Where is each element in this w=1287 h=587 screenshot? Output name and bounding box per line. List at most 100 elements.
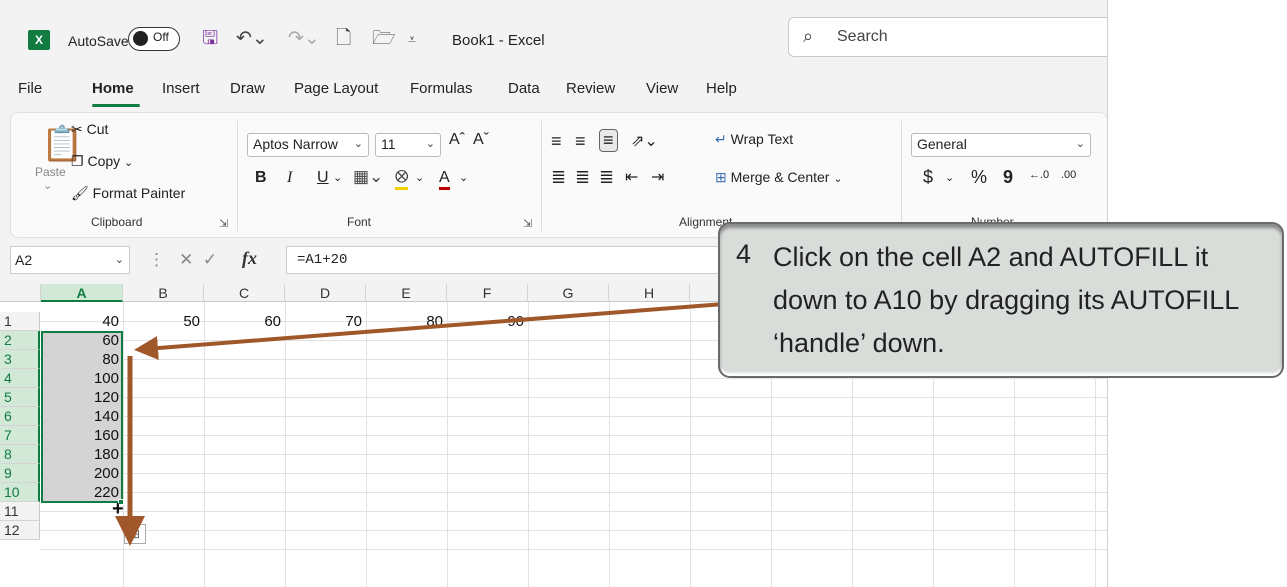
column-header-c[interactable]: C <box>204 284 285 302</box>
increase-decimal-button[interactable]: ←.0 <box>1029 169 1049 181</box>
align-left-icon[interactable]: ≣ <box>551 167 566 188</box>
align-center-icon[interactable]: ≣ <box>575 167 590 188</box>
row-header-10[interactable]: 10 <box>0 483 40 502</box>
format-painter-button[interactable]: 🖌 Format Painter <box>71 185 185 202</box>
font-name-dropdown[interactable]: Aptos Narrow ⌄ <box>247 133 369 157</box>
cell-e1[interactable]: 80 <box>366 312 447 331</box>
cell-a4[interactable]: 100 <box>41 369 123 388</box>
column-header-a[interactable]: A <box>41 284 123 302</box>
font-launcher-icon[interactable]: ⇲ <box>523 217 532 230</box>
tab-file[interactable]: File <box>18 80 42 97</box>
align-right-icon[interactable]: ≣ <box>599 167 614 188</box>
align-middle-icon[interactable]: ≡ <box>575 131 586 152</box>
increase-indent-icon[interactable]: ⇥ <box>651 167 664 187</box>
cell-b1[interactable]: 50 <box>123 312 204 331</box>
orientation-icon[interactable]: ⇗⌄ <box>631 131 658 151</box>
row-header-1[interactable]: 1 <box>0 312 40 331</box>
shrink-font-button[interactable]: Aˇ <box>473 131 489 149</box>
clipboard-launcher-icon[interactable]: ⇲ <box>219 217 228 230</box>
cell-c1[interactable]: 60 <box>204 312 285 331</box>
row-header-9[interactable]: 9 <box>0 464 40 483</box>
column-header-b[interactable]: B <box>123 284 204 302</box>
cell-a9[interactable]: 200 <box>41 464 123 483</box>
tab-help[interactable]: Help <box>706 80 737 97</box>
select-all-corner[interactable] <box>0 284 41 302</box>
column-header-d[interactable]: D <box>285 284 366 302</box>
copy-button[interactable]: ❐ Copy ⌄ <box>71 153 133 170</box>
tab-formulas[interactable]: Formulas <box>410 80 473 97</box>
tab-draw[interactable]: Draw <box>230 80 265 97</box>
number-format-dropdown[interactable]: General ⌄ <box>911 133 1091 157</box>
tab-review[interactable]: Review <box>566 80 615 97</box>
cell-a5[interactable]: 120 <box>41 388 123 407</box>
wrap-text-button[interactable]: ↵ Wrap Text <box>715 131 793 148</box>
italic-button[interactable]: I <box>287 169 292 187</box>
tab-view[interactable]: View <box>646 80 678 97</box>
name-box[interactable]: A2 ⌄ <box>10 246 130 274</box>
cancel-icon[interactable]: ✕ <box>179 250 193 269</box>
column-header-g[interactable]: G <box>528 284 609 302</box>
undo-icon[interactable]: ↶⌄ <box>236 27 268 51</box>
tab-data[interactable]: Data <box>508 80 540 97</box>
chevron-down-icon[interactable]: ⌄ <box>333 171 342 184</box>
cell-d1[interactable]: 70 <box>285 312 366 331</box>
row-header-8[interactable]: 8 <box>0 445 40 464</box>
grow-font-button[interactable]: Aˆ <box>449 131 465 149</box>
row-header-7[interactable]: 7 <box>0 426 40 445</box>
cell-f1[interactable]: 90 <box>447 312 528 331</box>
paste-button[interactable]: Paste <box>35 165 66 179</box>
open-folder-icon[interactable]: 🗁 <box>372 27 396 51</box>
borders-icon[interactable]: ▦⌄ <box>353 167 383 187</box>
fill-color-icon[interactable]: ⭙ <box>395 167 409 190</box>
row-header-2[interactable]: 2 <box>0 331 40 350</box>
cut-button[interactable]: ✂ Cut <box>71 121 108 138</box>
column-header-e[interactable]: E <box>366 284 447 302</box>
merge-center-button[interactable]: ⊞ Merge & Center ⌄ <box>715 169 843 186</box>
currency-button[interactable]: $ <box>923 167 933 188</box>
row-header-12[interactable]: 12 <box>0 521 40 540</box>
cell-a3[interactable]: 80 <box>41 350 123 369</box>
decrease-decimal-button[interactable]: .00 <box>1061 169 1076 181</box>
tab-page-layout[interactable]: Page Layout <box>294 80 378 97</box>
row-header-3[interactable]: 3 <box>0 350 40 369</box>
underline-button[interactable]: U <box>317 169 329 187</box>
autofill-options-icon[interactable]: ⊞ <box>124 524 146 544</box>
ribbon: 📋 Paste ⌄ ✂ Cut ❐ Copy ⌄ 🖌 Format Painte… <box>10 112 1107 238</box>
insert-function-button[interactable]: fx <box>242 248 257 269</box>
comma-style-button[interactable]: 9 <box>1003 167 1013 188</box>
chevron-down-icon[interactable]: ⌄ <box>459 171 468 184</box>
cell-a8[interactable]: 180 <box>41 445 123 464</box>
redo-icon[interactable]: ↷⌄ <box>288 27 320 51</box>
column-header-h[interactable]: H <box>609 284 690 302</box>
align-top-icon[interactable]: ≡ <box>551 131 562 152</box>
cell-a10[interactable]: 220 <box>41 483 123 502</box>
chevron-down-icon[interactable]: ⌄ <box>945 171 954 184</box>
paste-dropdown-icon[interactable]: ⌄ <box>43 179 52 192</box>
cell-a2[interactable]: 60 <box>41 331 123 350</box>
cell-a6[interactable]: 140 <box>41 407 123 426</box>
tab-insert[interactable]: Insert <box>162 80 200 97</box>
autosave-toggle[interactable]: Off <box>128 27 180 51</box>
search-input[interactable]: ⌕ Search <box>788 17 1107 57</box>
font-size-dropdown[interactable]: 11 ⌄ <box>375 133 441 157</box>
row-header-4[interactable]: 4 <box>0 369 40 388</box>
align-bottom-icon[interactable]: ≡ <box>599 129 618 152</box>
chevron-down-icon[interactable]: ⌄ <box>415 171 424 184</box>
bold-button[interactable]: B <box>255 169 267 187</box>
font-color-button[interactable]: A <box>439 169 450 190</box>
row-header-5[interactable]: 5 <box>0 388 40 407</box>
row-header-11[interactable]: 11 <box>0 502 40 521</box>
copy-icon: ❐ <box>71 153 84 169</box>
decrease-indent-icon[interactable]: ⇤ <box>625 167 638 187</box>
enter-icon[interactable]: ✓ <box>203 250 217 269</box>
save-icon[interactable]: 🖫 <box>202 27 218 51</box>
column-header-f[interactable]: F <box>447 284 528 302</box>
tab-home[interactable]: Home <box>92 80 134 97</box>
cell-a7[interactable]: 160 <box>41 426 123 445</box>
more-icon[interactable]: ⋮ <box>148 250 165 269</box>
percent-button[interactable]: % <box>971 167 987 188</box>
new-file-icon[interactable]: 🗋 <box>336 27 351 51</box>
cell-a1[interactable]: 40 <box>41 312 123 331</box>
customize-qat-icon[interactable]: ⩡ <box>408 27 416 51</box>
row-header-6[interactable]: 6 <box>0 407 40 426</box>
